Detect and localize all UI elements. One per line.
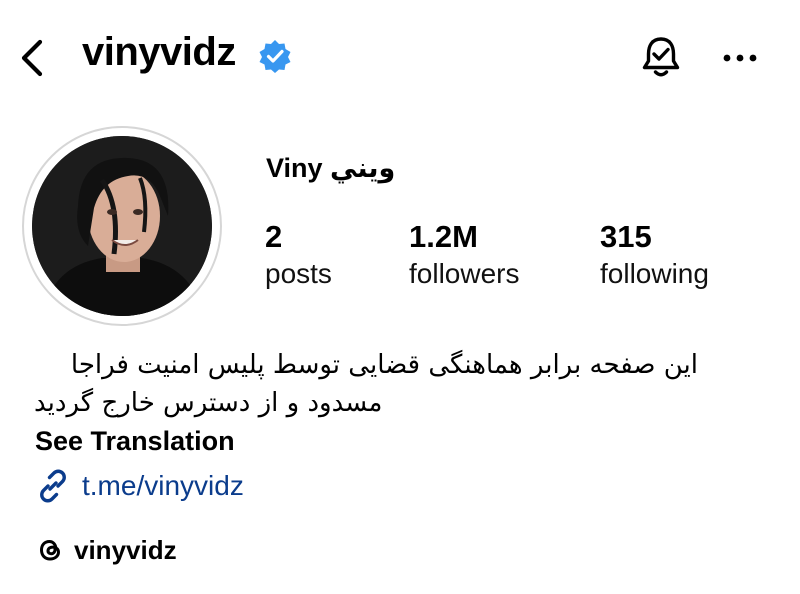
stat-following[interactable]: 315 following [600,218,709,292]
back-button[interactable] [14,36,50,80]
profile-username: vinyvidz [82,30,236,74]
stat-label: posts [265,258,332,289]
display-name: Viny ويني [266,153,396,183]
top-bar: vinyvidz [0,0,800,116]
threads-handle: vinyvidz [74,534,177,565]
stat-value: 1.2M [409,219,478,254]
see-translation-button[interactable]: See Translation [35,426,235,457]
threads-profile-link[interactable]: vinyvidz [34,530,177,570]
avatar-image [32,136,212,316]
stat-value: 2 [265,219,283,254]
link-icon [40,469,66,503]
verified-badge-icon [259,40,291,73]
bio-line: مسدود و از دسترس خارج گردید [34,388,383,418]
stat-label: followers [409,258,520,289]
bio-line: این صفحه برابر هماهنگی قضایی توسط پلیس ا… [70,350,698,380]
link-text: t.me/vinyvidz [82,470,244,501]
stat-value: 315 [600,219,652,254]
stat-label: following [600,258,709,289]
bio-link[interactable]: t.me/vinyvidz [34,466,244,506]
bell-check-icon [642,37,680,77]
more-horizontal-icon [723,54,757,62]
stat-followers[interactable]: 1.2M followers [409,218,519,292]
more-options-button[interactable] [718,38,762,78]
chevron-left-icon [21,39,43,77]
bio: این صفحه برابر هماهنگی قضایی توسط پلیس ا… [34,346,698,422]
notifications-button[interactable] [638,34,684,80]
stat-posts[interactable]: 2 posts [265,218,332,292]
avatar[interactable] [32,136,212,316]
threads-icon [39,539,61,561]
